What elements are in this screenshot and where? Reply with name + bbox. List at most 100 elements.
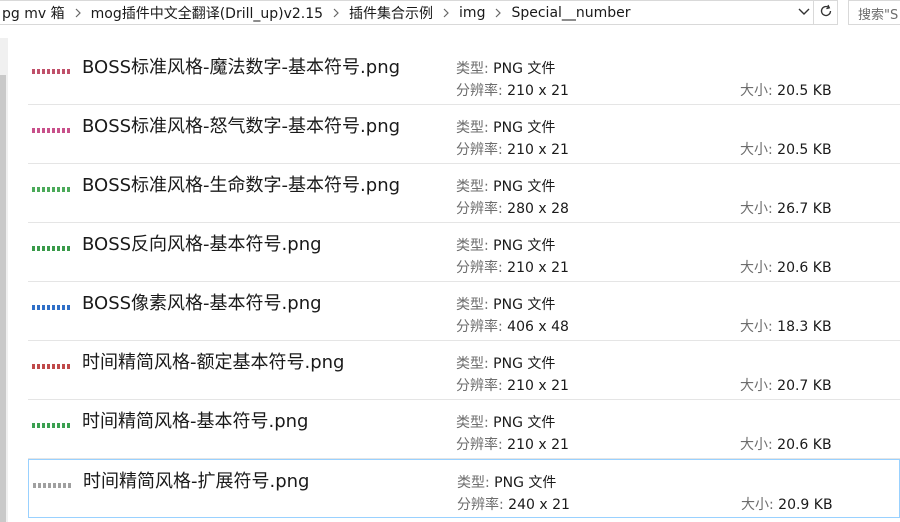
file-name[interactable]: BOSS标准风格-魔法数字-基本符号.png — [82, 53, 400, 79]
chevron-right-icon[interactable] — [325, 1, 347, 24]
file-resolution: 分辨率: 210 x 21 — [456, 375, 569, 395]
file-size-label: 大小: — [740, 83, 778, 99]
breadcrumb-label: 插件集合示例 — [349, 5, 434, 22]
file-type-label: 类型: — [456, 179, 494, 195]
file-size: 大小: 20.5 KB — [740, 139, 832, 159]
file-name[interactable]: 时间精简风格-额定基本符号.png — [82, 348, 344, 374]
file-resolution: 分辨率: 280 x 28 — [456, 198, 569, 218]
chevron-down-icon[interactable] — [795, 3, 813, 21]
file-resolution: 分辨率: 210 x 21 — [456, 80, 569, 100]
file-type: 类型: PNG 文件 — [456, 235, 555, 255]
file-resolution-label: 分辨率: — [456, 378, 508, 394]
file-row[interactable]: 时间精简风格-额定基本符号.png 类型: PNG 文件分辨率: 210 x 21… — [28, 341, 900, 400]
file-size-label: 大小: — [741, 497, 779, 513]
file-name[interactable]: 时间精简风格-扩展符号.png — [83, 467, 309, 493]
file-size-value: 20.7 KB — [777, 378, 832, 394]
file-size: 大小: 20.6 KB — [740, 434, 832, 454]
file-thumbnail — [32, 246, 72, 251]
breadcrumb-item-root[interactable]: pg mv 箱 — [0, 1, 67, 24]
breadcrumb-label: mog插件中文全翻译(Drill_up)v2.15 — [90, 5, 324, 22]
file-size-label: 大小: — [740, 142, 778, 158]
file-resolution-value: 210 x 21 — [507, 378, 569, 394]
file-row[interactable]: BOSS像素风格-基本符号.png 类型: PNG 文件 分辨率: 406 x 48… — [28, 282, 900, 341]
file-type: 类型: PNG 文件 — [456, 412, 555, 432]
file-type-value: PNG 文件 — [493, 297, 556, 313]
file-type-value: PNG 文件 — [494, 475, 557, 491]
file-resolution-value: 280 x 28 — [507, 201, 569, 217]
file-type-label: 类型: — [456, 61, 494, 77]
file-size-value: 20.6 KB — [777, 260, 832, 276]
chevron-right-icon[interactable] — [67, 1, 89, 24]
file-name[interactable]: BOSS像素风格-基本符号.png — [82, 289, 322, 315]
breadcrumb-item-plugins[interactable]: mog插件中文全翻译(Drill_up)v2.15 — [89, 1, 325, 24]
navigation-pane-scrollbar[interactable] — [0, 75, 6, 522]
file-name[interactable]: BOSS标准风格-生命数字-基本符号.png — [82, 171, 400, 197]
file-type-label: 类型: — [456, 297, 494, 313]
file-resolution-label: 分辨率: — [456, 83, 508, 99]
file-type-value: PNG 文件 — [493, 356, 556, 372]
file-type-value: PNG 文件 — [493, 415, 556, 431]
file-row[interactable]: BOSS反向风格-基本符号.png 类型: PNG 文件 分辨率: 210 x 21… — [28, 223, 900, 282]
file-thumbnail — [32, 187, 72, 192]
file-resolution-label: 分辨率: — [456, 260, 508, 276]
file-size-label: 大小: — [740, 378, 778, 394]
file-row[interactable]: BOSS标准风格-怒气数字-基本符号.png 类型: PNG 文件分辨率: 210… — [28, 105, 900, 164]
breadcrumb-label: Special__number — [511, 4, 631, 21]
file-type-value: PNG 文件 — [493, 61, 556, 77]
file-resolution-value: 406 x 48 — [507, 319, 569, 335]
file-resolution-value: 240 x 21 — [508, 497, 570, 513]
file-type-label: 类型: — [457, 475, 495, 491]
refresh-button[interactable] — [814, 0, 838, 25]
address-bar: pg mv 箱 mog插件中文全翻译(Drill_up)v2.15 插件集合示例… — [0, 0, 900, 27]
refresh-icon — [819, 3, 833, 22]
search-input[interactable]: 搜索"S — [848, 0, 900, 25]
file-name[interactable]: 时间精简风格-基本符号.png — [82, 407, 308, 433]
file-resolution-label: 分辨率: — [456, 201, 508, 217]
file-resolution: 分辨率: 210 x 21 — [456, 257, 569, 277]
file-resolution-value: 210 x 21 — [507, 83, 569, 99]
chevron-right-icon[interactable] — [487, 1, 509, 24]
file-explorer-window: pg mv 箱 mog插件中文全翻译(Drill_up)v2.15 插件集合示例… — [0, 0, 900, 522]
breadcrumb[interactable]: pg mv 箱 mog插件中文全翻译(Drill_up)v2.15 插件集合示例… — [0, 0, 814, 25]
file-size-label: 大小: — [740, 260, 778, 276]
file-resolution-label: 分辨率: — [457, 497, 509, 513]
file-type-label: 类型: — [456, 238, 494, 254]
file-type-value: PNG 文件 — [493, 238, 556, 254]
file-size-label: 大小: — [740, 201, 778, 217]
file-row[interactable]: BOSS标准风格-生命数字-基本符号.png 类型: PNG 文件 分辨率: 280… — [28, 164, 900, 223]
file-type: 类型: PNG 文件 — [456, 58, 555, 78]
file-size-label: 大小: — [740, 437, 778, 453]
file-thumbnail — [32, 423, 72, 428]
file-type-label: 类型: — [456, 120, 494, 136]
file-size-value: 20.6 KB — [777, 437, 832, 453]
file-size-value: 20.5 KB — [777, 83, 832, 99]
file-resolution: 分辨率: 406 x 48 — [456, 316, 569, 336]
chevron-right-icon[interactable] — [435, 1, 457, 24]
file-row[interactable]: BOSS标准风格-魔法数字-基本符号.png 类型: PNG 文件 分辨率: 210… — [28, 46, 900, 105]
breadcrumb-label: img — [459, 4, 486, 21]
file-resolution-value: 210 x 21 — [507, 142, 569, 158]
file-size-value: 20.5 KB — [777, 142, 832, 158]
file-type-value: PNG 文件 — [493, 120, 556, 136]
file-type: 类型: PNG 文件 — [456, 294, 555, 314]
breadcrumb-item-current[interactable]: Special__number — [509, 1, 632, 24]
file-name[interactable]: BOSS反向风格-基本符号.png — [82, 230, 322, 256]
breadcrumb-item-img[interactable]: img — [457, 1, 487, 24]
file-thumbnail — [32, 364, 72, 369]
file-resolution-label: 分辨率: — [456, 437, 508, 453]
file-type-label: 类型: — [456, 356, 494, 372]
breadcrumb-item-examples[interactable]: 插件集合示例 — [347, 1, 435, 24]
file-size: 大小: 18.3 KB — [740, 316, 832, 336]
file-type-label: 类型: — [456, 415, 494, 431]
file-resolution-label: 分辨率: — [456, 142, 508, 158]
file-type: 类型: PNG 文件 — [456, 176, 555, 196]
file-row[interactable]: 时间精简风格-扩展符号.png 类型: PNG 文件分辨率: 240 x 21 大小… — [28, 459, 900, 518]
file-name[interactable]: BOSS标准风格-怒气数字-基本符号.png — [82, 112, 400, 138]
breadcrumb-label: pg mv 箱 — [2, 5, 65, 22]
file-resolution-value: 210 x 21 — [507, 260, 569, 276]
file-size-value: 26.7 KB — [777, 201, 832, 217]
file-row[interactable]: 时间精简风格-基本符号.png 类型: PNG 文件 分辨率: 210 x 21 大小… — [28, 400, 900, 459]
file-type: 类型: PNG 文件 — [456, 117, 555, 137]
file-resolution-label: 分辨率: — [456, 319, 508, 335]
file-size: 大小: 20.7 KB — [740, 375, 832, 395]
